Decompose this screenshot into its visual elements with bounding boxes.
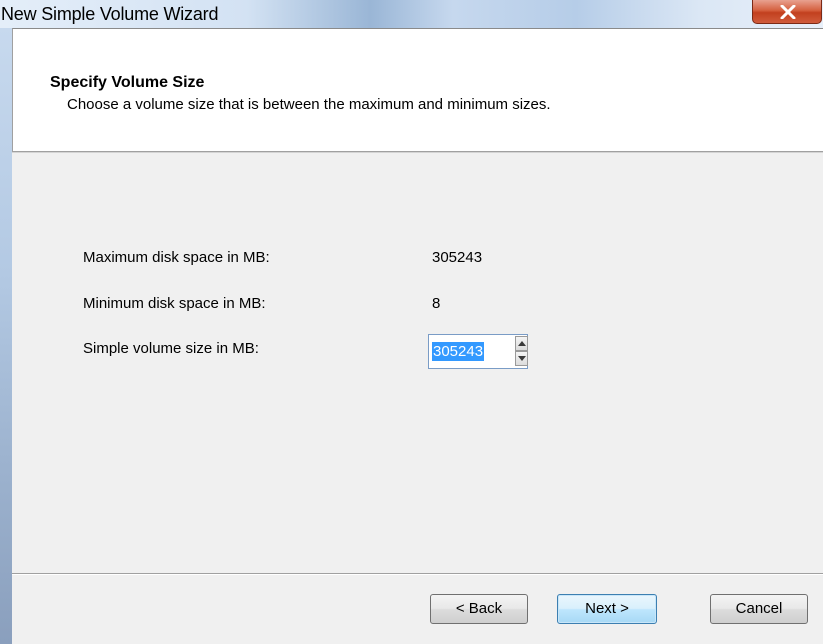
footer-divider xyxy=(12,573,823,575)
next-button[interactable]: Next > xyxy=(557,594,657,624)
window-frame-left xyxy=(0,28,12,644)
cancel-button[interactable]: Cancel xyxy=(710,594,808,624)
max-disk-space-label: Maximum disk space in MB: xyxy=(83,249,270,266)
window-title: New Simple Volume Wizard xyxy=(1,4,219,24)
close-button[interactable] xyxy=(752,0,822,24)
stepper-up-button[interactable] xyxy=(515,336,528,351)
max-disk-space-value: 305243 xyxy=(432,249,483,266)
back-button[interactable]: < Back xyxy=(430,594,528,624)
volume-size-label: Simple volume size in MB: xyxy=(83,340,259,357)
volume-size-input[interactable]: 305243 xyxy=(432,342,485,361)
page-subtitle: Choose a volume size that is between the… xyxy=(67,96,551,113)
min-disk-space-value: 8 xyxy=(432,295,441,312)
close-icon xyxy=(780,5,796,19)
wizard-window: New Simple Volume Wizard Specify Volume … xyxy=(0,0,823,644)
arrow-up-icon xyxy=(518,341,526,346)
arrow-down-icon xyxy=(518,356,526,361)
stepper-down-button[interactable] xyxy=(515,351,528,366)
volume-size-stepper[interactable]: 305243 xyxy=(428,334,528,369)
title-bar[interactable]: New Simple Volume Wizard xyxy=(0,0,823,28)
header-divider xyxy=(12,151,823,153)
page-title: Specify Volume Size xyxy=(50,74,205,91)
min-disk-space-label: Minimum disk space in MB: xyxy=(83,295,266,312)
